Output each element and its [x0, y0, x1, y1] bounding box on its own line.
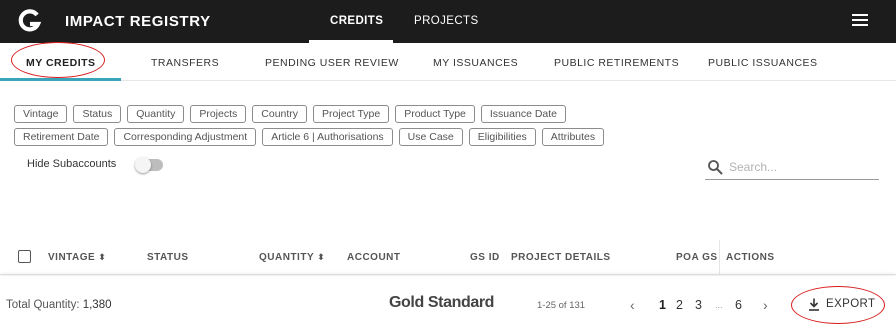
tab-public-issuances[interactable]: PUBLIC ISSUANCES	[708, 57, 818, 69]
filter-chip-eligibilities[interactable]: Eligibilities	[468, 128, 536, 146]
filter-chip-use-case[interactable]: Use Case	[398, 128, 463, 146]
col-quantity-label: QUANTITY	[259, 252, 315, 263]
col-account: ACCOUNT	[347, 252, 401, 263]
col-actions: ACTIONS	[726, 252, 775, 263]
filter-chip-article-6-authorisations[interactable]: Article 6 | Authorisations	[262, 128, 393, 146]
table-header: VINTAGE ⬍ STATUS QUANTITY ⬍ ACCOUNT GS ID …	[0, 240, 896, 275]
footer-bar: Total Quantity: 1,380 Gold Standard 1-25…	[0, 276, 896, 330]
hide-subaccounts-toggle[interactable]	[135, 157, 163, 173]
col-status: STATUS	[147, 252, 189, 263]
active-tab-indicator	[0, 78, 121, 81]
annotation-circle-my-credits	[11, 42, 105, 78]
tab-pending-user-review[interactable]: PENDING USER REVIEW	[265, 57, 399, 69]
col-poa-gs: POA GS	[676, 252, 718, 263]
search-box	[705, 155, 879, 180]
page-2[interactable]: 2	[676, 298, 683, 312]
nav-credits[interactable]: CREDITS	[330, 15, 383, 27]
annotation-circle-export	[791, 286, 885, 324]
filter-chip-issuance-date[interactable]: Issuance Date	[480, 105, 567, 123]
pagination-range: 1-25 of 131	[537, 300, 586, 311]
pagination-ellipsis: ...	[715, 300, 723, 310]
gold-standard-logo-icon[interactable]	[16, 7, 44, 35]
sub-tab-bar: MY CREDITS TRANSFERS PENDING USER REVIEW…	[0, 43, 896, 81]
tab-transfers[interactable]: TRANSFERS	[151, 57, 219, 69]
col-vintage-label: VINTAGE	[48, 252, 96, 263]
filter-row-1: Vintage Status Quantity Projects Country…	[14, 105, 567, 123]
nav-projects[interactable]: PROJECTS	[414, 15, 479, 27]
app-title: IMPACT REGISTRY	[65, 13, 211, 30]
search-input[interactable]	[729, 158, 877, 176]
page-3[interactable]: 3	[695, 298, 702, 312]
col-quantity[interactable]: QUANTITY ⬍	[259, 252, 325, 263]
filter-chip-attributes[interactable]: Attributes	[541, 128, 605, 146]
page-6[interactable]: 6	[735, 298, 742, 312]
tab-my-issuances[interactable]: MY ISSUANCES	[433, 57, 518, 69]
page-1[interactable]: 1	[659, 298, 666, 312]
filter-chip-projects[interactable]: Projects	[190, 105, 247, 123]
sort-icon[interactable]: ⬍	[98, 252, 106, 263]
select-all-checkbox[interactable]	[18, 250, 31, 263]
filter-chip-country[interactable]: Country	[252, 105, 308, 123]
column-divider	[719, 240, 720, 275]
tab-public-retirements[interactable]: PUBLIC RETIREMENTS	[554, 57, 679, 69]
next-page-icon[interactable]: ›	[763, 297, 768, 313]
search-icon	[708, 160, 723, 175]
filter-chip-status[interactable]: Status	[73, 105, 122, 123]
gold-standard-brand: Gold Standard	[389, 294, 495, 311]
filter-chip-quantity[interactable]: Quantity	[127, 105, 185, 123]
hide-subaccounts-label: Hide Subaccounts	[27, 158, 117, 170]
sort-icon[interactable]: ⬍	[317, 252, 325, 263]
filter-chip-corresponding-adjustment[interactable]: Corresponding Adjustment	[114, 128, 257, 146]
filter-chip-project-type[interactable]: Project Type	[313, 105, 390, 123]
col-vintage[interactable]: VINTAGE ⬍	[48, 252, 106, 263]
total-quantity: Total Quantity: 1,380	[6, 299, 112, 311]
total-quantity-label: Total Quantity:	[6, 299, 80, 311]
top-app-bar: IMPACT REGISTRY CREDITS PROJECTS	[0, 0, 896, 43]
filter-chip-product-type[interactable]: Product Type	[395, 105, 475, 123]
col-gs-id: GS ID	[470, 252, 500, 263]
col-project-details: PROJECT DETAILS	[511, 252, 611, 263]
filter-row-2: Retirement Date Corresponding Adjustment…	[14, 128, 605, 146]
filter-chip-vintage[interactable]: Vintage	[14, 105, 68, 123]
filter-chip-retirement-date[interactable]: Retirement Date	[14, 128, 109, 146]
total-quantity-value: 1,380	[82, 299, 112, 311]
hamburger-menu-icon[interactable]	[852, 14, 868, 26]
prev-page-icon[interactable]: ‹	[630, 297, 635, 313]
toggle-knob	[135, 157, 151, 173]
